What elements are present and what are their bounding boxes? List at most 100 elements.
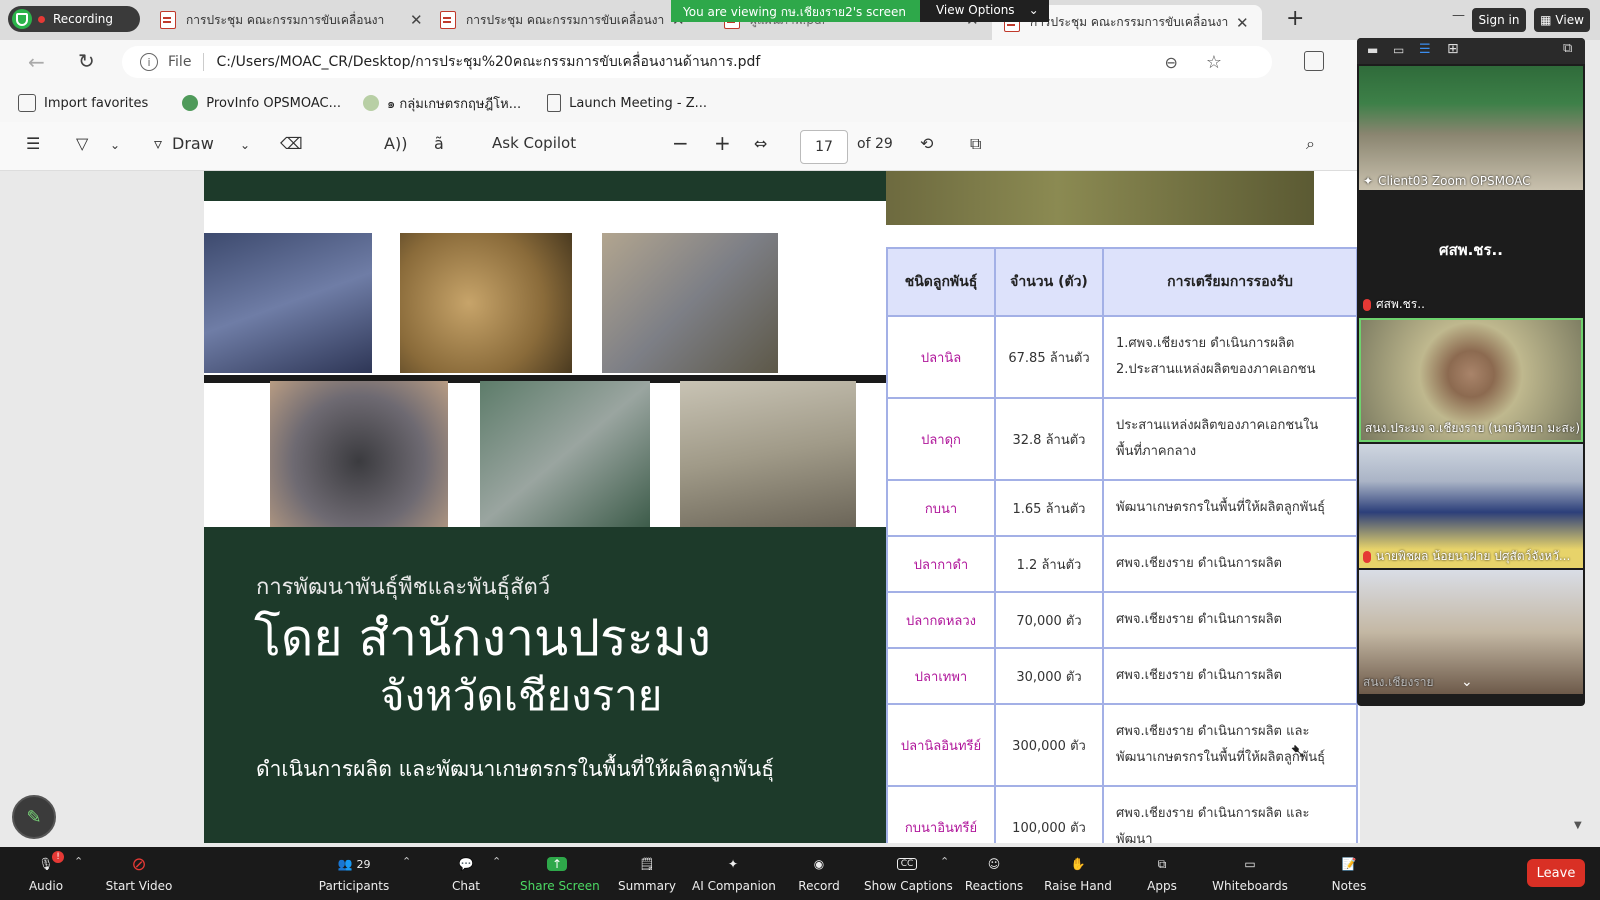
back-arrow-icon[interactable]: ← — [28, 50, 45, 74]
fit-width-icon[interactable]: ⇔ — [754, 134, 767, 153]
raise-hand-label: Raise Hand — [1044, 879, 1112, 893]
new-tab-button[interactable]: + — [1286, 6, 1304, 31]
reload-icon[interactable]: ↻ — [78, 49, 95, 73]
speaker-view-icon[interactable]: ▭ — [1393, 43, 1404, 57]
video-tile-5[interactable]: สนง.เชียงราย ⌄ — [1359, 570, 1583, 694]
recording-indicator[interactable]: Recording — [8, 6, 140, 32]
bookmark-launch-meeting[interactable]: Launch Meeting - Z... — [547, 94, 707, 112]
close-tab-icon[interactable]: ✕ — [1236, 14, 1249, 32]
chevron-down-icon[interactable]: ⌄ — [240, 138, 250, 152]
page-view-icon[interactable]: ⧉ — [970, 134, 981, 154]
minimize-panel-icon[interactable]: ▬ — [1367, 43, 1378, 57]
record-icon: ◉ — [813, 857, 825, 871]
video-tile-2[interactable]: ศสพ.ชร.. ศสพ.ชร.. — [1359, 192, 1583, 316]
participant-name: สนง.เชียงราย — [1363, 675, 1434, 689]
video-off-icon: ⊘ — [131, 853, 147, 875]
qty-cell: 70,000 ตัว — [994, 591, 1104, 649]
zoom-out-icon[interactable]: ⊖ — [1164, 53, 1177, 72]
leave-button[interactable]: Leave — [1527, 859, 1585, 887]
read-aloud-icon[interactable]: A)) — [384, 134, 407, 153]
rotate-icon[interactable]: ⟲ — [920, 134, 933, 153]
show-captions-button[interactable]: CC Show Captions — [864, 851, 953, 893]
split-screen-icon[interactable] — [1304, 51, 1324, 71]
notes-button[interactable]: 📝 Notes — [1330, 851, 1368, 893]
chat-button[interactable]: 💬 Chat — [446, 851, 486, 893]
bookmark-provinfo[interactable]: ProvInfo OPSMOAC... — [182, 95, 341, 111]
prep-cell: ศพจ.เชียงราย ดำเนินการผลิต และพัฒนา — [1102, 785, 1358, 843]
contents-list-icon[interactable]: ☰ — [26, 134, 40, 153]
browser-tab-2[interactable]: การประชุม คณะกรรมการขับเคลื่อนงา ✕ — [440, 5, 685, 35]
url-box[interactable]: i File C:/Users/MOAC_CR/Desktop/การประชุ… — [122, 46, 1272, 78]
chevron-up-icon[interactable]: ⌃ — [402, 855, 411, 868]
pdf-viewport[interactable]: การพัฒนาพันธุ์พืชและพันธุ์สัตว์ โดย สำนั… — [0, 171, 1360, 843]
screen-share-banner: You are viewing กษ.เชียงราย2's screen Vi… — [671, 0, 1049, 22]
close-tab-icon[interactable]: ✕ — [410, 11, 423, 29]
emoji-icon: ☺ — [987, 857, 1001, 871]
zoom-minus-icon[interactable]: − — [672, 131, 689, 155]
reactions-button[interactable]: ☺ Reactions — [964, 851, 1024, 893]
popout-icon[interactable]: ⧉ — [1563, 41, 1572, 56]
bookmark-label: Launch Meeting - Z... — [569, 95, 708, 111]
participants-button[interactable]: 👥 29 Participants — [318, 851, 390, 893]
start-video-button[interactable]: ⊘ Start Video — [104, 851, 174, 894]
gallery-view-icon[interactable]: ⊞ — [1447, 41, 1459, 57]
raise-hand-button[interactable]: ✋ Raise Hand — [1044, 851, 1112, 893]
site-logo-icon — [182, 95, 199, 111]
notes-icon: 📝 — [1341, 857, 1357, 871]
chevron-up-icon[interactable]: ⌃ — [492, 855, 501, 868]
video-tile-1[interactable]: ✦ Client03 Zoom OPSMOAC — [1359, 66, 1583, 190]
strip-view-icon[interactable]: ☰ — [1419, 42, 1431, 57]
highlight-icon[interactable]: ▽ — [76, 134, 88, 153]
eraser-icon[interactable]: ⌫ — [280, 134, 303, 153]
page-number-input[interactable]: 17 — [800, 130, 848, 164]
table-row: ปลานิล 67.85 ล้านตัว 1.ศพจ.เชียงราย ดำเน… — [886, 315, 1358, 399]
column-header: ชนิดลูกพันธุ์ — [886, 247, 996, 317]
pdf-toolbar: ☰ ▽ ⌄ ▿ Draw ⌄ ⌫ A)) ã Ask Copilot − + ⇔… — [0, 122, 1360, 278]
video-tile-4[interactable]: นายพิชผล น้อยนาฝาย ปศุสัตว์จังหวั... — [1359, 444, 1583, 568]
chevron-up-icon[interactable]: ⌃ — [74, 855, 83, 868]
favorite-star-icon[interactable]: ☆ — [1206, 52, 1222, 73]
apps-button[interactable]: ⧉ Apps — [1144, 851, 1180, 894]
apps-icon: ⧉ — [1157, 856, 1167, 871]
kind-cell: ปลากดหลวง — [886, 591, 996, 649]
draw-button[interactable]: ▿ Draw — [154, 134, 214, 153]
grid-icon: ▦ — [1540, 13, 1552, 27]
zoom-plus-icon[interactable]: + — [714, 131, 731, 155]
translate-icon[interactable]: ã — [434, 134, 444, 153]
microphone-icon: 🎙! — [26, 851, 66, 877]
annotate-pencil-button[interactable]: ✎ — [12, 795, 56, 839]
bookmark-import-favorites[interactable]: Import favorites — [18, 94, 148, 112]
page-icon — [547, 94, 562, 112]
whiteboards-button[interactable]: ▭ Whiteboards — [1212, 851, 1288, 893]
audio-button[interactable]: 🎙! Audio — [26, 851, 66, 893]
minimize-button[interactable]: — — [1452, 8, 1465, 23]
participant-name: ศสพ.ชร.. — [1363, 295, 1425, 314]
ai-companion-button[interactable]: ✦ AI Companion — [692, 851, 776, 893]
scroll-down-arrow-icon[interactable]: ▼ — [1574, 820, 1582, 831]
chevron-down-icon[interactable]: ⌄ — [110, 138, 120, 152]
video-tile-3-active-speaker[interactable]: สนง.ประมง จ.เชียงราย (นายวิทยา มะสะ) — [1359, 318, 1583, 442]
view-options-button[interactable]: View Options ⌄ — [919, 0, 1049, 22]
fingerling-table: ชนิดลูกพันธุ์ จำนวน (ตัว) การเตรียมการรอ… — [886, 247, 1358, 843]
summary-label: Summary — [618, 879, 676, 893]
search-icon[interactable]: ⌕ — [1306, 134, 1315, 154]
panel-header: ▬ ▭ ☰ ⊞ ⧉ — [1357, 38, 1585, 64]
sign-in-button[interactable]: Sign in — [1472, 8, 1526, 32]
summary-button[interactable]: 🗒 Summary — [618, 851, 676, 893]
share-screen-button[interactable]: ↑ Share Screen — [520, 851, 600, 893]
bookmark-group[interactable]: ๑ กลุ่มเกษตรกฤษฎีโห... — [363, 93, 521, 114]
ask-copilot-button[interactable]: Ask Copilot — [492, 134, 576, 152]
chevron-down-icon[interactable]: ⌄ — [1461, 674, 1473, 690]
summary-icon: 🗒 — [639, 857, 655, 871]
import-icon — [18, 94, 36, 112]
participants-label: Participants — [318, 879, 390, 893]
participant-big-name: ศสพ.ชร.. — [1439, 241, 1503, 259]
table-header-row: ชนิดลูกพันธุ์ จำนวน (ตัว) การเตรียมการรอ… — [886, 247, 1358, 317]
qty-cell: 300,000 ตัว — [994, 703, 1104, 787]
audio-warning-badge: ! — [52, 851, 64, 863]
view-button[interactable]: ▦ View — [1534, 8, 1590, 32]
record-button[interactable]: ◉ Record — [798, 851, 840, 893]
slide-top-band — [204, 171, 886, 201]
chevron-up-icon[interactable]: ⌃ — [940, 855, 949, 868]
browser-tab-1[interactable]: การประชุม คณะกรรมการขับเคลื่อนงา ✕ — [160, 5, 423, 35]
